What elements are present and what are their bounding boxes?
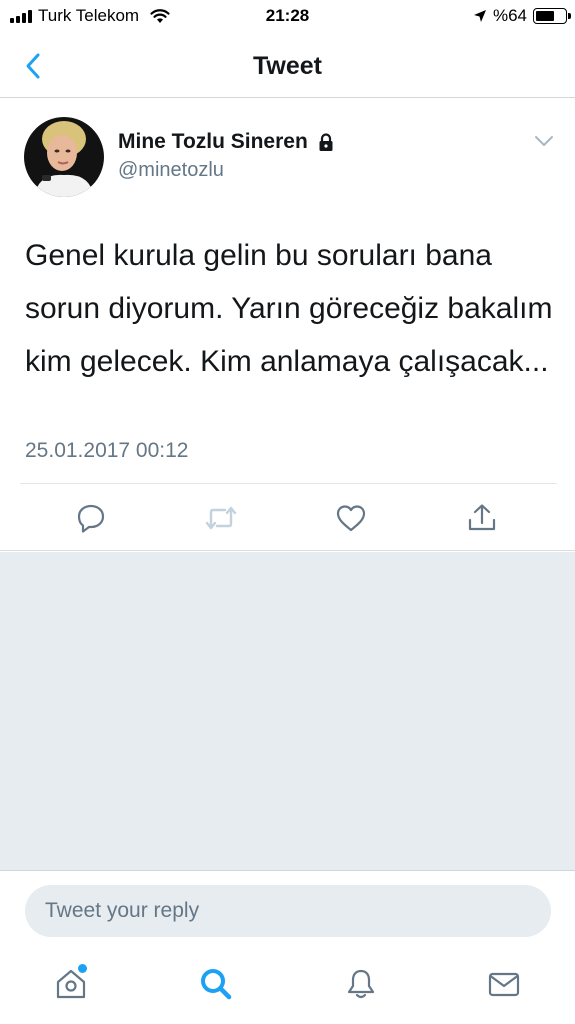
tab-messages[interactable] — [486, 964, 522, 1004]
reply-input[interactable] — [25, 885, 551, 937]
heart-icon — [336, 505, 366, 532]
tweet-actions — [0, 484, 575, 550]
chevron-down-icon[interactable] — [533, 133, 555, 149]
nav-bar: Tweet — [0, 34, 575, 98]
empty-replies-area — [0, 552, 575, 870]
battery-icon — [533, 8, 571, 24]
author-name[interactable]: Mine Tozlu Sineren — [118, 130, 336, 154]
tweet-text: Genel kurula gelin bu soruları bana soru… — [25, 239, 553, 378]
retweet-icon — [205, 506, 237, 530]
search-icon — [201, 969, 232, 1000]
tab-search[interactable] — [198, 964, 234, 1004]
status-bar: Turk Telekom 21:28 %64 — [0, 0, 575, 34]
avatar[interactable] — [24, 117, 104, 197]
battery-percent: %64 — [492, 6, 527, 25]
reply-icon — [77, 504, 105, 533]
share-icon — [468, 504, 496, 531]
bell-icon — [347, 969, 375, 999]
tab-home[interactable] — [53, 964, 89, 1004]
envelope-icon — [488, 972, 520, 997]
reply-bar — [0, 870, 575, 942]
divider — [0, 550, 575, 551]
author-name-text: Mine Tozlu Sineren — [118, 130, 308, 153]
page-title: Tweet — [253, 52, 322, 80]
notification-dot — [78, 964, 87, 973]
tab-notifications[interactable] — [343, 964, 379, 1004]
location-arrow-icon — [473, 10, 486, 22]
tab-bar — [0, 942, 575, 1024]
share-button[interactable] — [464, 500, 500, 536]
tweet-detail: Mine Tozlu Sineren @minetozlu Genel kuru… — [0, 99, 575, 551]
retweet-button[interactable] — [203, 500, 239, 536]
author-handle[interactable]: @minetozlu — [118, 159, 224, 182]
like-button[interactable] — [333, 500, 369, 536]
reply-button[interactable] — [73, 500, 109, 536]
status-bar-right: %64 — [473, 6, 571, 26]
tweet-timestamp[interactable]: 25.01.2017 00:12 — [25, 439, 189, 463]
lock-icon — [319, 133, 333, 151]
